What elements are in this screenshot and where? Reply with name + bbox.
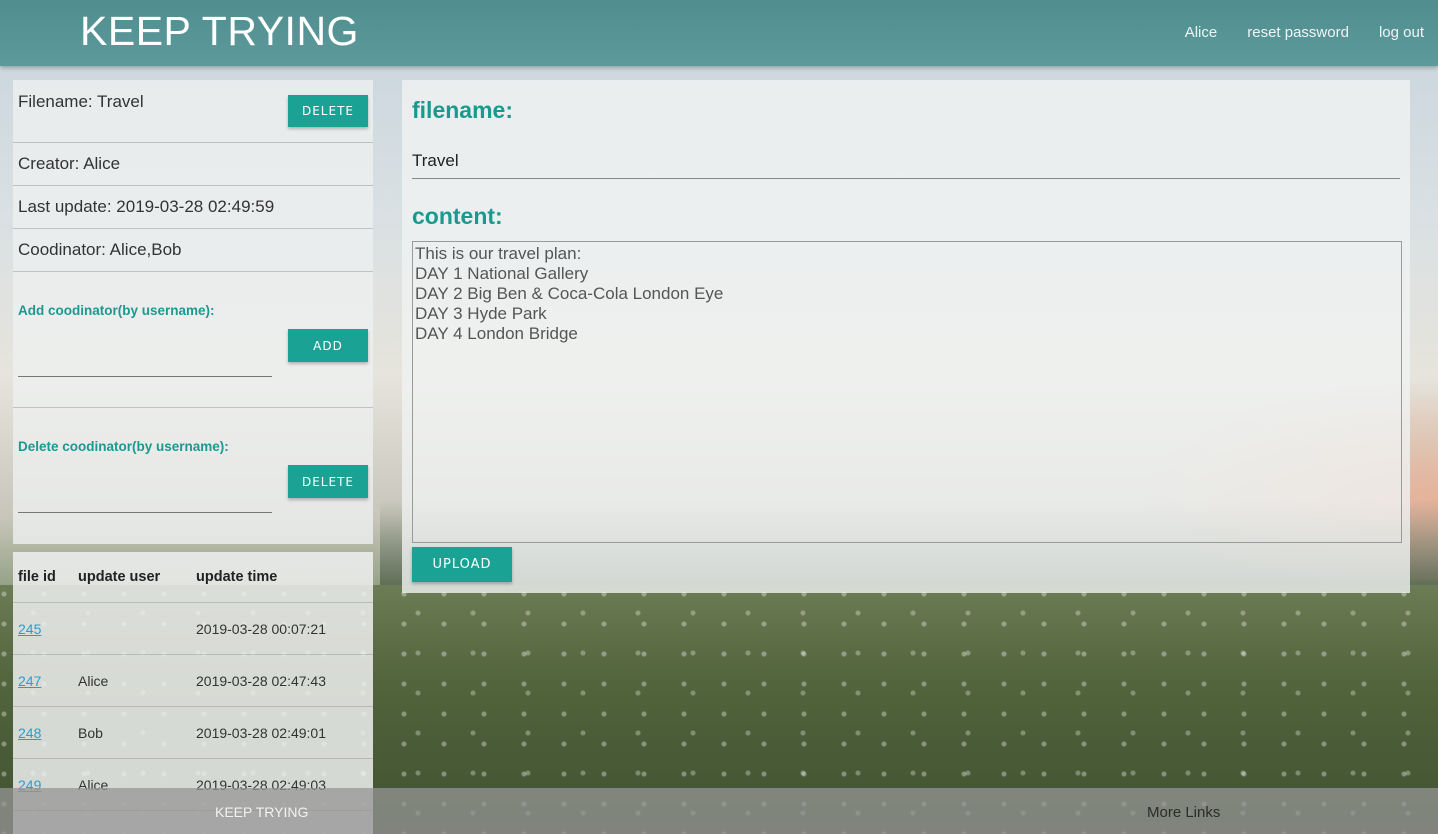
top-navbar: KEEP TRYING Alice reset password log out xyxy=(0,0,1438,66)
header-update-user: update user xyxy=(78,569,161,585)
file-info-panel: Filename: Travel DELETE Creator: Alice L… xyxy=(13,80,373,544)
footer-more-links[interactable]: More Links xyxy=(1147,804,1220,821)
filename-heading: filename: xyxy=(412,97,513,123)
add-coordinator-button[interactable]: ADD xyxy=(288,329,368,362)
add-coordinator-form: Add coodinator(by username): ADD xyxy=(13,272,373,408)
delete-coordinator-input[interactable] xyxy=(18,492,272,513)
update-time-cell: 2019-03-28 02:49:01 xyxy=(196,725,326,741)
footer-brand: KEEP TRYING xyxy=(215,804,309,820)
header-file-id: file id xyxy=(18,569,56,585)
content-heading: content: xyxy=(412,203,503,229)
footer-bar: KEEP TRYING More Links xyxy=(0,788,1438,834)
file-id-link[interactable]: 247 xyxy=(18,673,41,689)
nav-logout-link[interactable]: log out xyxy=(1379,24,1424,41)
filename-text: Filename: Travel xyxy=(18,92,144,111)
table-row: 248 Bob 2019-03-28 02:49:01 xyxy=(13,707,373,759)
delete-coordinator-label: Delete coodinator(by username): xyxy=(18,439,229,454)
filename-row: Filename: Travel DELETE xyxy=(13,80,373,143)
content-textarea[interactable]: This is our travel plan: DAY 1 National … xyxy=(412,241,1402,543)
coordinator-row: Coodinator: Alice,Bob xyxy=(13,229,373,272)
nav-user-link[interactable]: Alice xyxy=(1185,24,1218,41)
delete-coordinator-form: Delete coodinator(by username): DELETE xyxy=(13,408,373,543)
update-time-cell: 2019-03-28 02:47:43 xyxy=(196,673,326,689)
brand-logo-text[interactable]: KEEP TRYING xyxy=(80,8,359,55)
table-row: 247 Alice 2019-03-28 02:47:43 xyxy=(13,655,373,707)
delete-coordinator-button[interactable]: DELETE xyxy=(288,465,368,498)
update-user-cell: Alice xyxy=(78,673,109,689)
upload-button[interactable]: UPLOAD xyxy=(412,547,512,582)
nav-reset-password-link[interactable]: reset password xyxy=(1247,24,1349,41)
file-id-link[interactable]: 248 xyxy=(18,725,41,741)
table-row: 245 2019-03-28 00:07:21 xyxy=(13,603,373,655)
editor-panel: filename: content: This is our travel pl… xyxy=(402,80,1410,593)
header-update-time: update time xyxy=(196,569,278,585)
update-user-cell: Bob xyxy=(78,725,103,741)
last-update-row: Last update: 2019-03-28 02:49:59 xyxy=(13,186,373,229)
update-time-cell: 2019-03-28 00:07:21 xyxy=(196,621,326,637)
file-id-link[interactable]: 245 xyxy=(18,621,41,637)
table-header-row: file id update user update time xyxy=(13,552,373,603)
top-nav-links: Alice reset password log out xyxy=(1185,24,1424,41)
add-coordinator-input[interactable] xyxy=(18,356,272,377)
add-coordinator-label: Add coodinator(by username): xyxy=(18,303,215,318)
filename-input[interactable] xyxy=(412,144,1400,179)
creator-row: Creator: Alice xyxy=(13,143,373,186)
delete-file-button[interactable]: DELETE xyxy=(288,95,368,127)
